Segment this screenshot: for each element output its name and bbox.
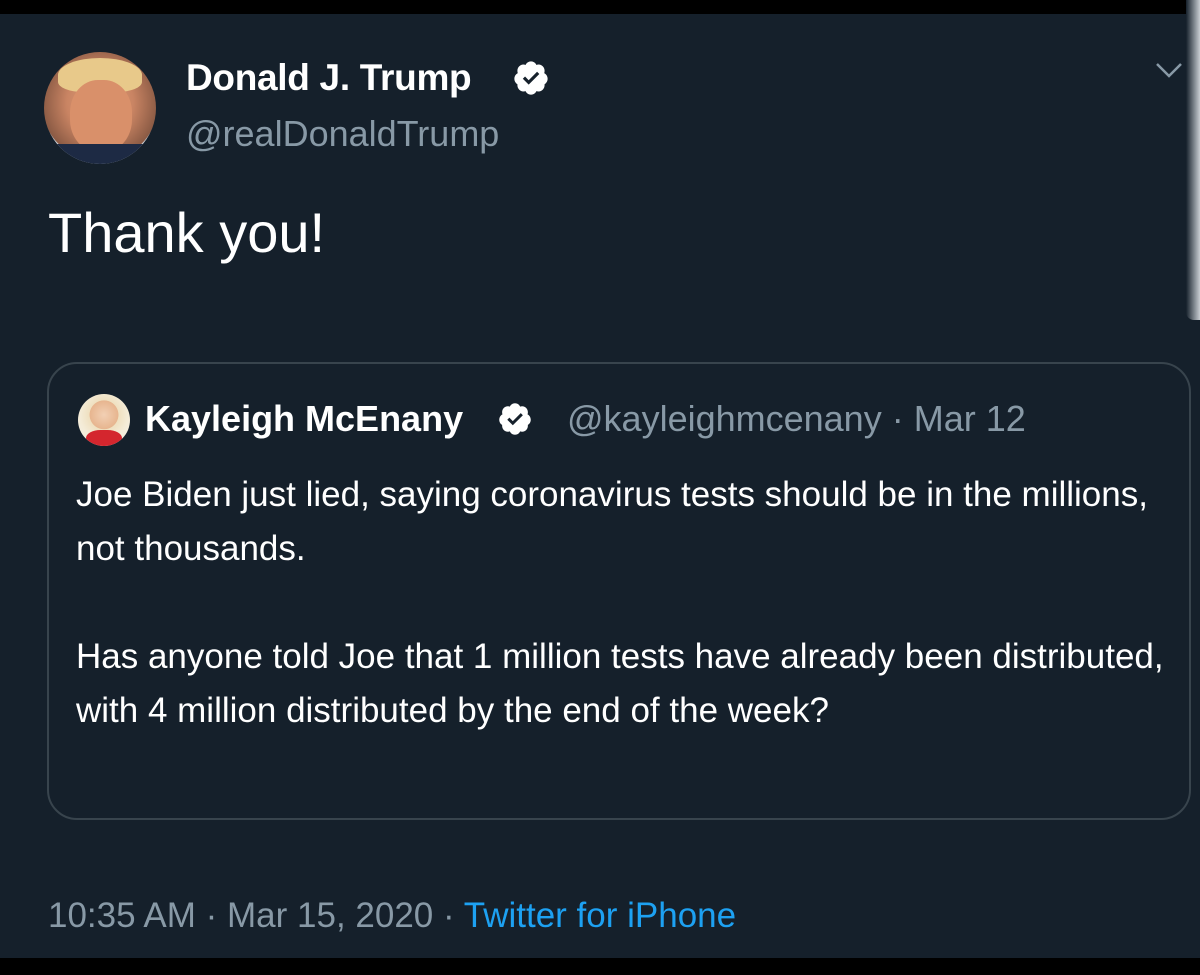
quoted-paragraph: Has anyone told Joe that 1 million tests… <box>76 637 1164 730</box>
quoted-date[interactable]: Mar 12 <box>914 398 1026 439</box>
quoted-author-handle[interactable]: @kayleighmcenany <box>567 398 882 439</box>
quoted-tweet-text: Joe Biden just lied, saying coronavirus … <box>76 468 1176 738</box>
separator-dot: · <box>443 896 455 935</box>
quoted-paragraph: Joe Biden just lied, saying coronavirus … <box>76 475 1148 568</box>
quoted-author-avatar[interactable] <box>78 394 130 446</box>
separator-dot: · <box>891 398 904 439</box>
author-avatar[interactable] <box>44 52 156 164</box>
tweet-meta: 10:35 AM · Mar 15, 2020 · Twitter for iP… <box>48 896 736 936</box>
author-name[interactable]: Donald J. Trump <box>186 57 472 99</box>
quoted-author-name[interactable]: Kayleigh McEnany <box>145 398 463 440</box>
author-handle[interactable]: @realDonaldTrump <box>186 113 499 155</box>
avatar-dress <box>86 430 122 446</box>
avatar-suit <box>44 144 156 164</box>
separator-dot: · <box>205 896 218 935</box>
scrollbar[interactable] <box>1186 0 1200 320</box>
quoted-meta: @kayleighmcenany · Mar 12 <box>567 398 1026 440</box>
avatar-face <box>70 80 132 152</box>
status-bar <box>0 0 1200 14</box>
tweet-time[interactable]: 10:35 AM <box>48 896 196 935</box>
verified-badge-icon <box>499 403 531 435</box>
tweet-source-link[interactable]: Twitter for iPhone <box>464 896 736 935</box>
tweet-text: Thank you! <box>48 201 326 264</box>
bottom-bar <box>0 958 1200 975</box>
chevron-down-icon[interactable] <box>1154 60 1184 80</box>
verified-badge-icon <box>514 61 548 95</box>
tweet-date[interactable]: Mar 15, 2020 <box>227 896 433 935</box>
